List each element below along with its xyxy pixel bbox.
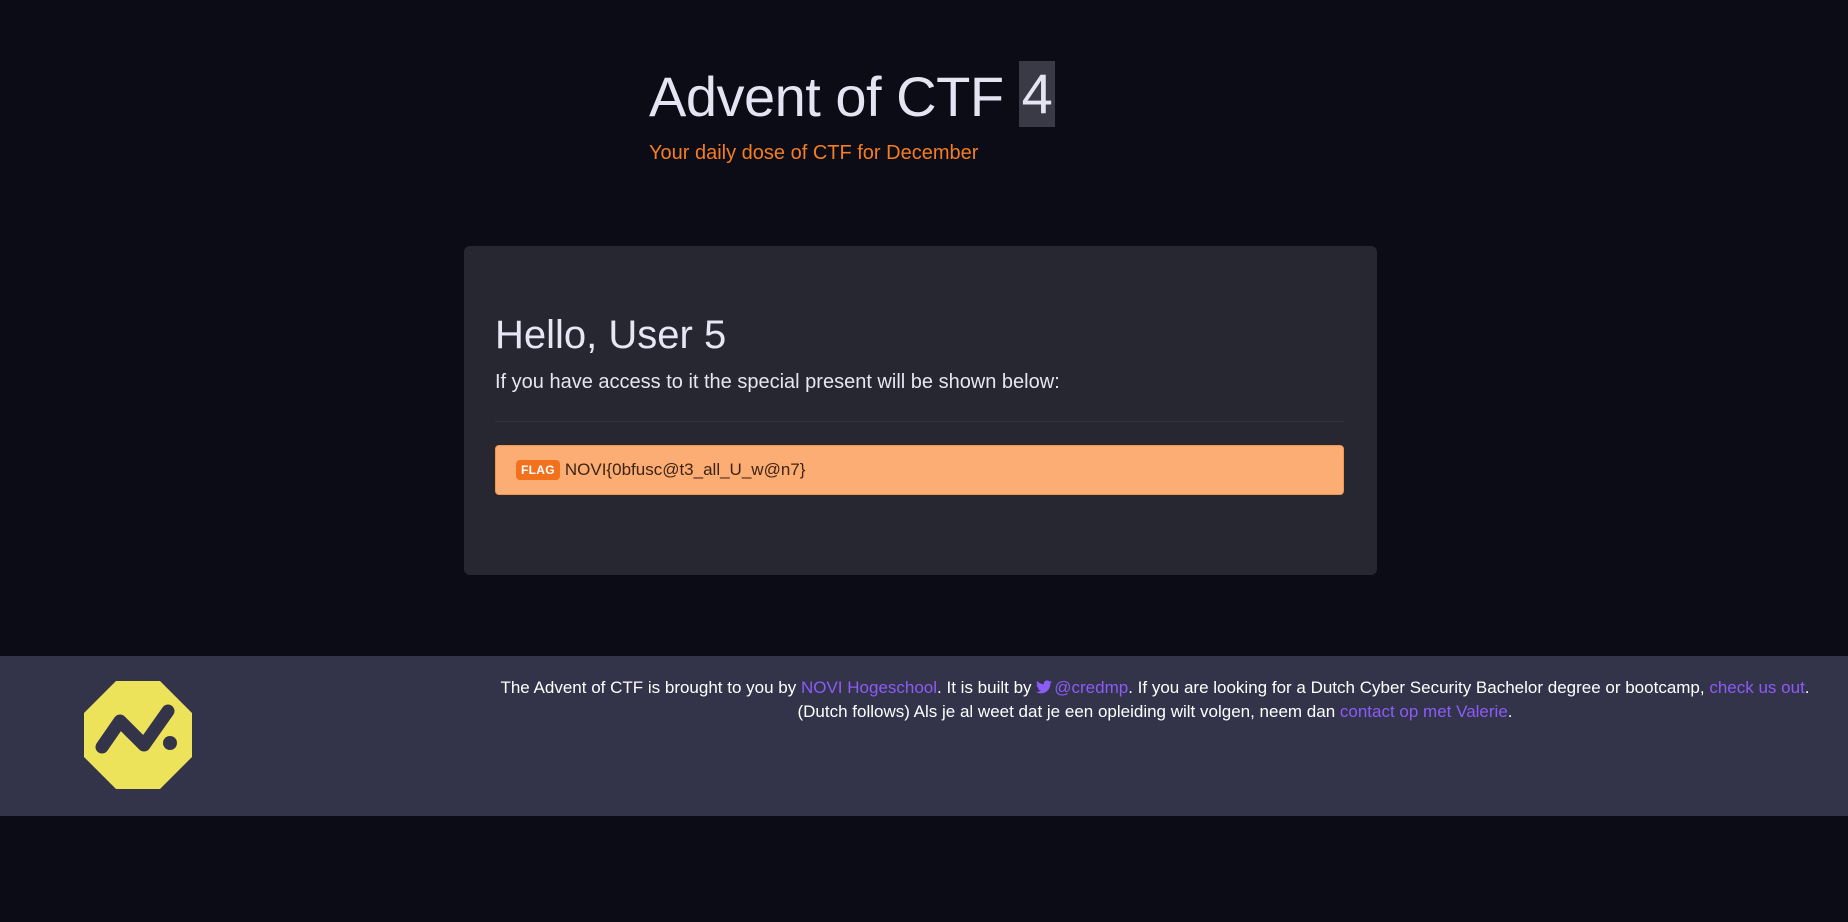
footer-text-part: . If you are looking for a Dutch Cyber S… (1128, 678, 1710, 697)
credmp-link-text: @credmp (1054, 678, 1129, 697)
present-card: Hello, User 5 If you have access to it t… (464, 246, 1377, 575)
site-title-number: 4 (1018, 61, 1056, 127)
site-tagline: Your daily dose of CTF for December (649, 142, 979, 164)
novi-logo-icon (84, 681, 192, 789)
novi-hogeschool-link[interactable]: NOVI Hogeschool (801, 678, 937, 697)
footer-text-part: . (1507, 702, 1513, 721)
footer-text-part: . It is built by (937, 678, 1037, 697)
greeting-heading: Hello, User 5 (495, 313, 727, 357)
contact-valerie-link[interactable]: contact op met Valerie (1340, 702, 1508, 721)
check-us-out-link[interactable]: check us out (1709, 678, 1804, 697)
flag-value: NOVI{0bfusc@t3_all_U_w@n7} (564, 460, 806, 479)
divider (495, 421, 1344, 422)
site-title-text: Advent of CTF (649, 65, 1004, 128)
flag-badge: FLAG (516, 460, 560, 480)
site-title: Advent of CTF 4 (649, 58, 1056, 136)
flag-message: FLAG NOVI{0bfusc@t3_all_U_w@n7} (495, 445, 1344, 495)
site-header: Advent of CTF 4 Your daily dose of CTF f… (649, 58, 1056, 165)
footer-text: The Advent of CTF is brought to you by N… (490, 676, 1820, 724)
footer-text-part: The Advent of CTF is brought to you by (500, 678, 801, 697)
site-footer: The Advent of CTF is brought to you by N… (0, 656, 1848, 816)
intro-text: If you have access to it the special pre… (495, 371, 1060, 393)
credmp-twitter-link[interactable]: @credmp (1036, 678, 1128, 697)
twitter-bird-icon (1036, 680, 1053, 694)
